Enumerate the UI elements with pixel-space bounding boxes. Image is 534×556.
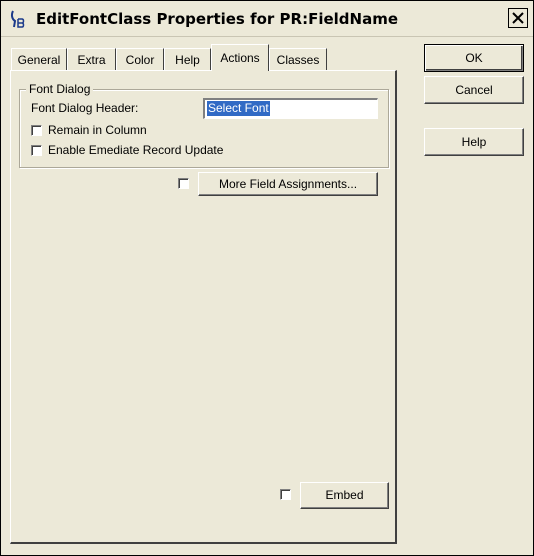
tab-help[interactable]: Help [164,48,211,70]
more-field-assignments-button[interactable]: More Field Assignments... [198,172,378,196]
close-icon [512,12,524,24]
cancel-button[interactable]: Cancel [424,76,524,104]
ok-button[interactable]: OK [424,44,524,72]
button-label: More Field Assignments... [218,177,358,191]
app-icon [9,9,27,29]
close-button[interactable] [508,8,528,28]
tab-label: Extra [77,53,106,67]
font-dialog-header-label: Font Dialog Header: [31,101,139,115]
tab-classes[interactable]: Classes [269,48,327,70]
group-title: Font Dialog [26,83,94,96]
button-label: Cancel [455,83,493,97]
button-label: Help [461,135,487,149]
enable-update-label[interactable]: Enable Emediate Record Update [48,143,223,157]
tab-label: Color [125,53,155,67]
tab-actions[interactable]: Actions [211,44,269,71]
embed-checkbox[interactable] [280,489,291,500]
embed-button[interactable]: Embed [300,482,389,509]
tab-label: Actions [220,51,260,65]
tab-extra[interactable]: Extra [67,48,116,70]
title-bar[interactable]: EditFontClass Properties for PR:FieldNam… [1,1,533,37]
remain-in-column-checkbox[interactable] [31,125,42,136]
tab-color[interactable]: Color [116,48,164,70]
window-title: EditFontClass Properties for PR:FieldNam… [36,10,398,28]
remain-in-column-label[interactable]: Remain in Column [48,123,147,137]
button-label: OK [465,51,483,65]
tab-label: Classes [276,53,320,67]
properties-dialog: EditFontClass Properties for PR:FieldNam… [0,0,534,556]
enable-update-checkbox[interactable] [31,145,42,156]
font-dialog-header-input[interactable]: Select Font [203,98,378,119]
tab-general[interactable]: General [11,48,67,70]
more-assignments-checkbox[interactable] [178,178,189,189]
tab-label: Help [175,53,200,67]
font-dialog-header-value: Select Font [207,101,270,116]
button-label: Embed [325,488,364,502]
help-button[interactable]: Help [424,128,524,156]
tab-label: General [17,53,61,67]
